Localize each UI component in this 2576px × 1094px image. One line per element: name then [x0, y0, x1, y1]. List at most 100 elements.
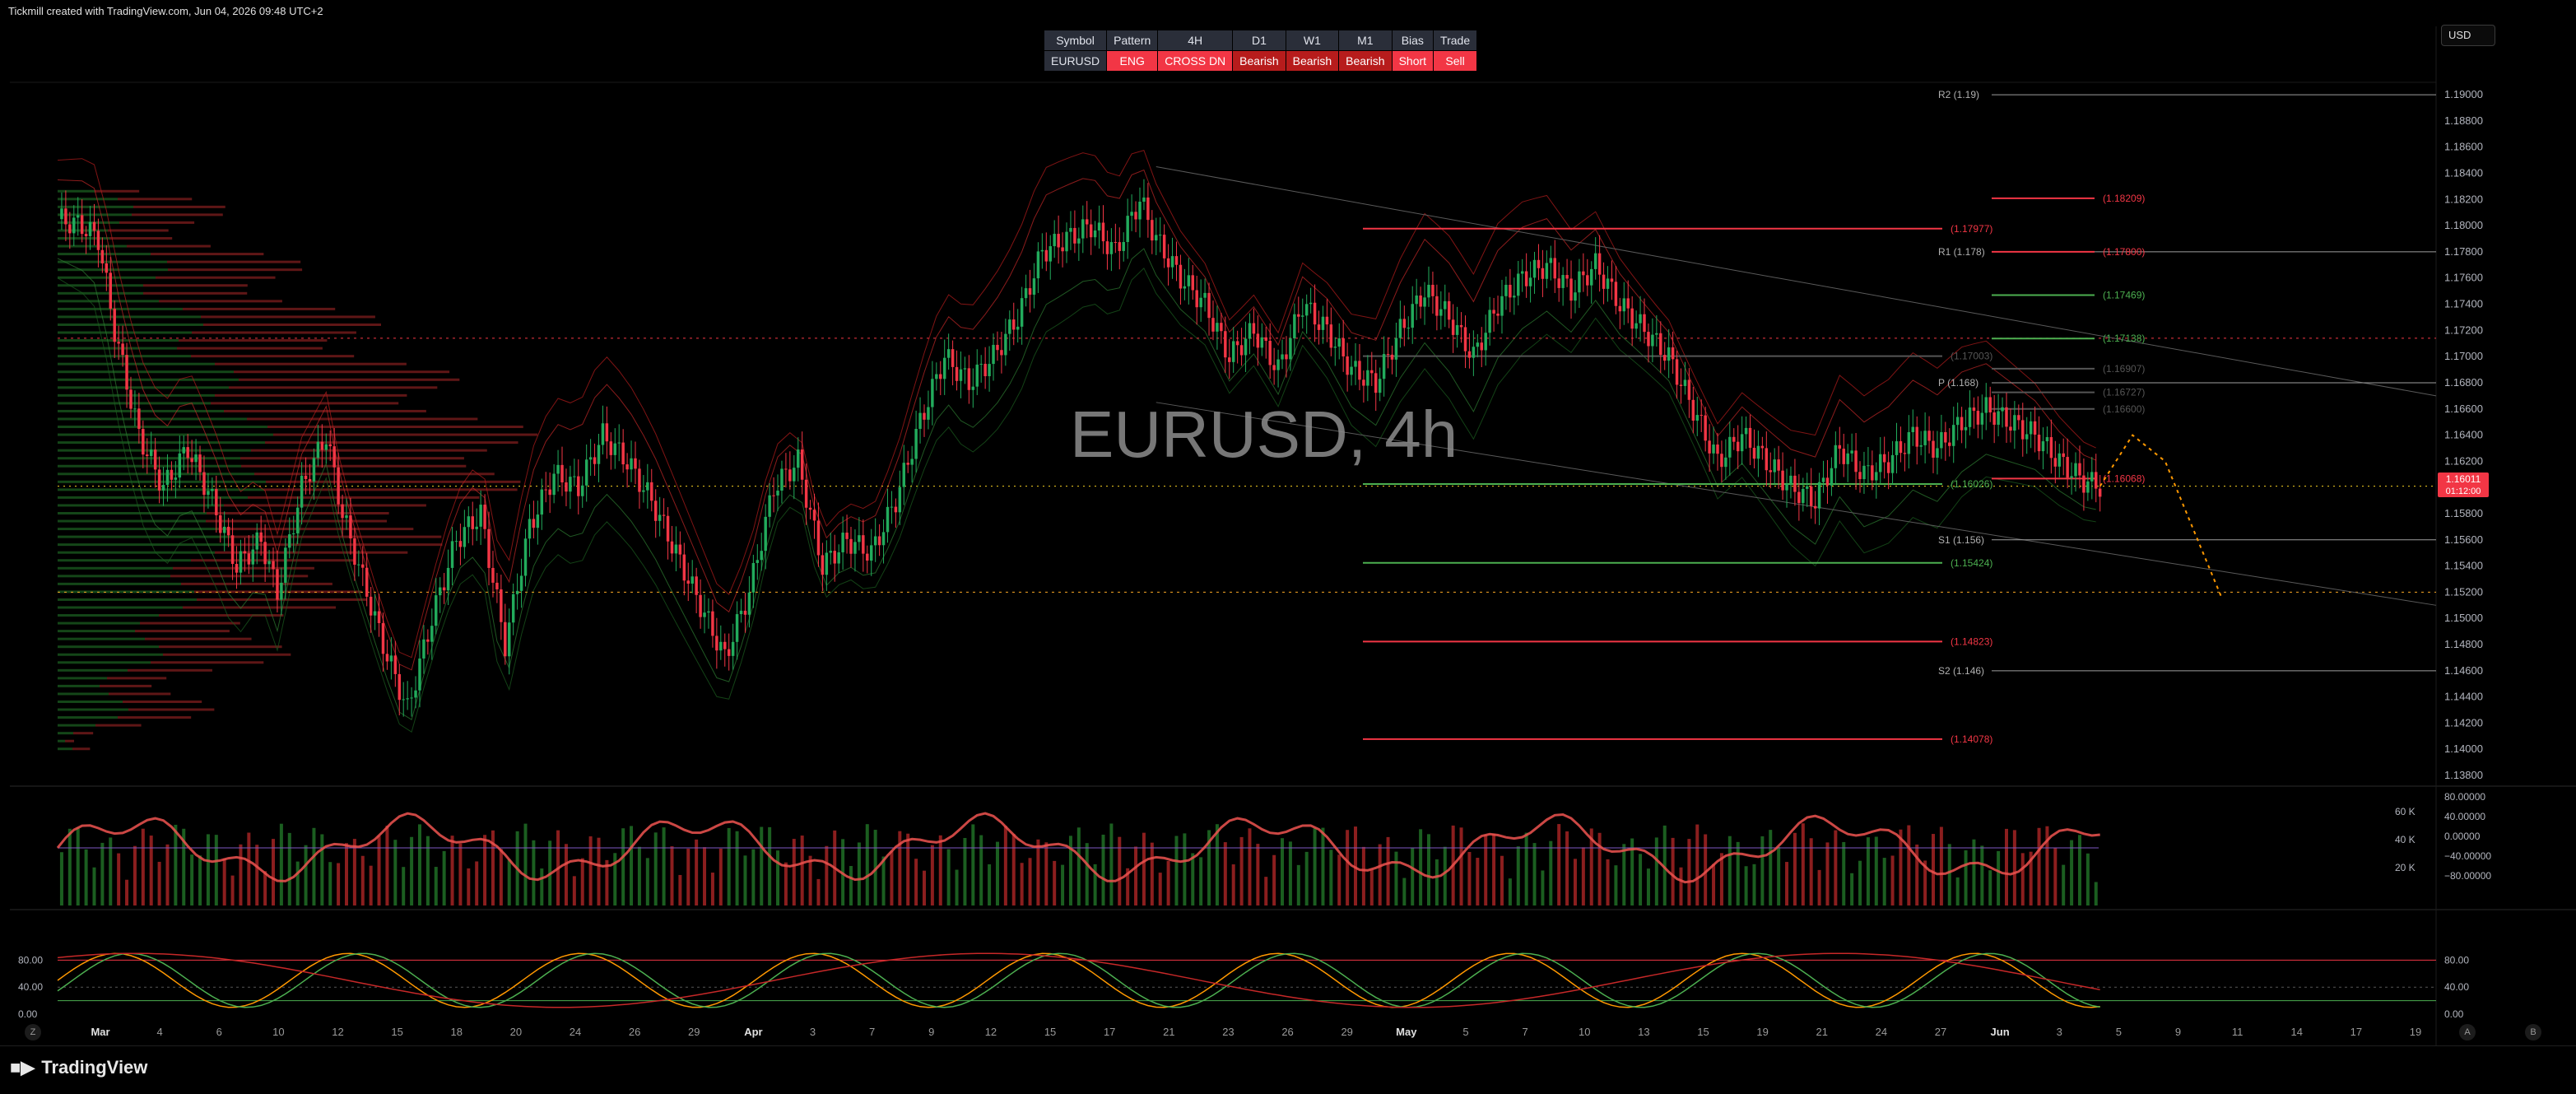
auto-scale-button[interactable]: A: [2459, 1024, 2476, 1040]
profile-bar-down: [168, 268, 303, 272]
candle-body: [927, 407, 930, 420]
price-tick-label: 1.17600: [2444, 272, 2483, 284]
candle-body: [1602, 274, 1606, 289]
candle-body: [1907, 431, 1911, 454]
stoch-tick-label: 80.00: [2444, 954, 2469, 966]
candle-body: [731, 641, 735, 656]
pivot-label: R1 (1.178): [1938, 246, 1985, 258]
candle-body: [1944, 431, 1947, 443]
candle-body: [1411, 304, 1414, 328]
candle-body: [178, 453, 182, 478]
volume-bar: [1890, 855, 1895, 905]
volume-bar: [1329, 850, 1333, 905]
profile-bar-up: [58, 543, 230, 547]
candle-body: [1520, 271, 1524, 274]
volume-bar: [1907, 825, 1911, 905]
profile-bar-up: [58, 378, 239, 381]
volume-bar: [385, 826, 389, 905]
candle-body: [650, 482, 653, 501]
time-tick-label: 11: [2232, 1026, 2244, 1038]
time-tick-label: 17: [1104, 1026, 1115, 1038]
volume-bar: [1134, 846, 1138, 905]
candle-body: [873, 536, 877, 546]
candle-body: [646, 482, 649, 491]
profile-bar-up: [58, 653, 163, 656]
candle-body: [149, 449, 153, 456]
candle-body: [1626, 298, 1630, 309]
candle-body: [1879, 454, 1882, 473]
candle-body: [678, 544, 682, 555]
volume-bar: [1053, 860, 1057, 905]
scale-button[interactable]: B: [2525, 1024, 2541, 1040]
candle-body: [1825, 477, 1830, 486]
profile-bar-down: [123, 700, 202, 703]
candle-body: [1862, 465, 1866, 480]
volume-bar: [1727, 836, 1732, 905]
volume-bar: [190, 854, 194, 905]
price-tick-label: 1.14000: [2444, 743, 2483, 755]
candle-body: [1207, 292, 1211, 319]
candle-body: [1537, 259, 1541, 268]
candle-body: [410, 697, 413, 699]
candle-body: [1813, 505, 1817, 509]
candle-body: [1834, 445, 1838, 468]
candle-body: [1662, 355, 1667, 361]
candle-body: [1659, 333, 1662, 356]
candle-body: [291, 533, 295, 535]
candle-body: [1781, 470, 1784, 491]
candle-body: [1224, 331, 1227, 358]
candle-body: [1272, 365, 1276, 370]
volume-bar: [1256, 844, 1260, 905]
profile-bar-up: [58, 488, 264, 491]
candle-body: [1423, 297, 1426, 307]
level-label: (1.14823): [1951, 635, 1992, 647]
price-tick-label: 1.17000: [2444, 350, 2483, 362]
candle-body: [605, 423, 609, 442]
volume-bar: [1476, 858, 1480, 905]
volume-bar: [1321, 827, 1325, 905]
candle-body: [1346, 356, 1349, 375]
volume-bar: [995, 841, 999, 905]
time-tick-label: 20: [510, 1026, 522, 1038]
candle-body: [1444, 300, 1447, 310]
candle-body: [259, 532, 263, 542]
profile-bar-up: [58, 205, 133, 208]
volume-bar: [881, 856, 886, 905]
candle-body: [1402, 319, 1407, 328]
time-tick-label: 4: [157, 1026, 163, 1038]
volume-bar: [637, 846, 641, 905]
volume-bar: [670, 846, 674, 905]
volume-bar: [352, 839, 356, 905]
volume-bar: [247, 832, 251, 905]
volume-bar: [1313, 828, 1317, 905]
zoom-button[interactable]: Z: [25, 1024, 41, 1040]
candle-body: [682, 554, 686, 581]
volume-bar: [369, 865, 373, 905]
level-label: (1.17800): [2103, 246, 2145, 258]
volume-bar: [1467, 851, 1472, 905]
candle-body: [621, 442, 625, 465]
volume-bar: [1109, 823, 1114, 905]
volume-bar: [906, 833, 910, 905]
candle-body: [556, 464, 560, 474]
candle-body: [890, 506, 894, 508]
volume-bar: [59, 852, 63, 905]
volume-bar: [1492, 833, 1496, 905]
candle-body: [1028, 288, 1032, 295]
tradingview-logo[interactable]: ■▶ TradingView: [10, 1057, 147, 1078]
candle-body: [686, 580, 690, 584]
candle-body: [784, 468, 788, 470]
profile-bar-up: [58, 441, 265, 445]
candle-body: [295, 507, 300, 533]
volume-bar: [1378, 844, 1382, 905]
price-chart[interactable]: R2 (1.19) R1 (1.178) P (1.168) S1 (1.156) S2…: [0, 0, 2576, 1045]
volume-bar: [2094, 882, 2098, 905]
volume-bar: [1549, 840, 1553, 905]
candle-body: [1915, 426, 1918, 447]
symbol-watermark: EURUSD, 4h: [1070, 398, 1458, 471]
candle-body: [939, 374, 942, 379]
candle-body: [1415, 295, 1418, 305]
profile-bar-up: [58, 323, 203, 326]
candle-body: [1484, 333, 1487, 351]
profile-bar-down: [128, 708, 215, 711]
